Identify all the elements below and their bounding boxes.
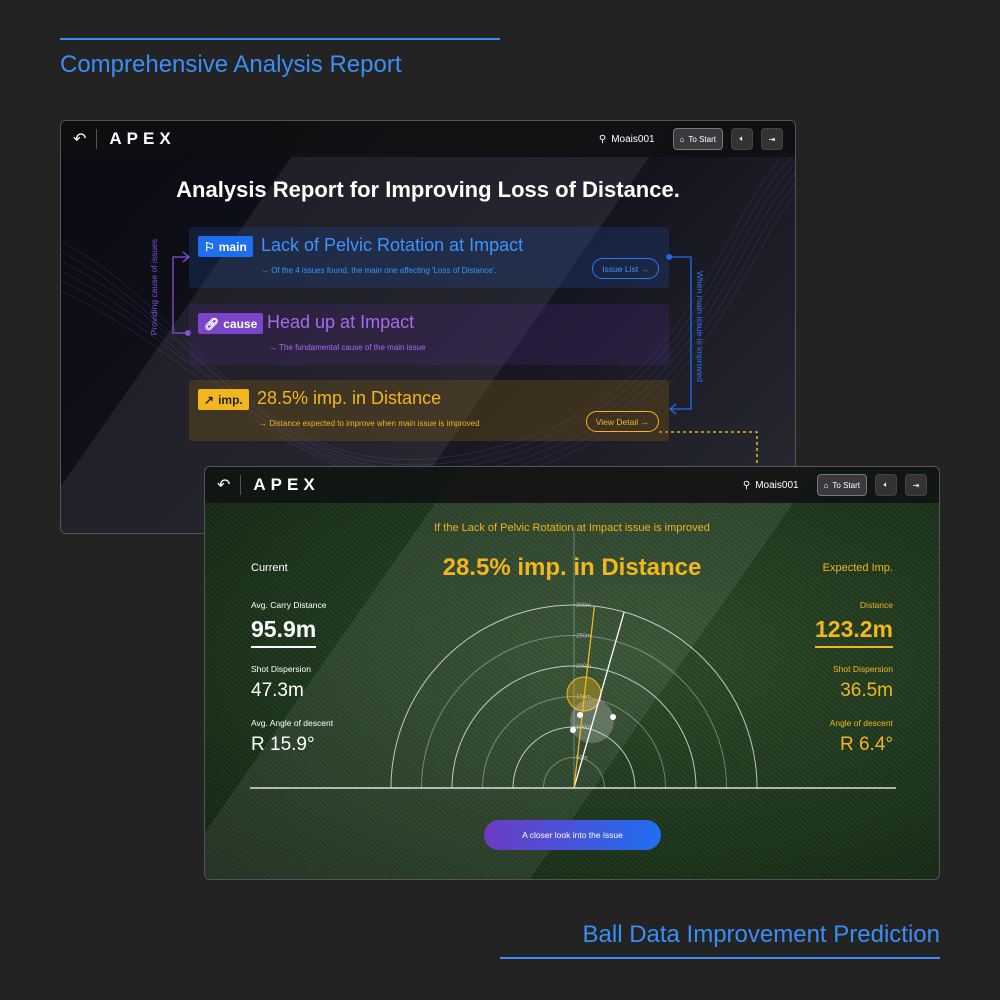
expected-value: 123.2m (814, 616, 893, 648)
caption-bottom: Ball Data Improvement Prediction (582, 921, 941, 948)
improvement-card: ↗ imp. 28.5% imp. in Distance → Distance … (189, 380, 669, 441)
sub-text: The fundamental cause of the main issue (279, 343, 426, 352)
cause-card: 🔗︎ cause Head up at Impact → The fundamen… (189, 304, 669, 365)
main-issue-title: Lack of Pelvic Rotation at Impact (261, 235, 524, 255)
current-heading: Current (251, 562, 288, 574)
expected-value: R 6.4° (839, 734, 893, 755)
closer-look-button[interactable]: A closer look into the issue (484, 820, 661, 850)
chart-icon: ↗ (204, 392, 215, 407)
shot-point (610, 714, 616, 720)
current-value: 47.3m (251, 680, 304, 701)
current-dispersion-area (570, 699, 614, 743)
shot-point (570, 727, 576, 733)
cause-sub: → The fundamental cause of the main issu… (269, 343, 426, 352)
shot-point (577, 712, 583, 718)
view-detail-button[interactable]: View Detail → (585, 411, 659, 432)
imp-tag: ↗ imp. (198, 389, 249, 410)
flag-icon: ⚐ (204, 239, 215, 254)
issue-list-button[interactable]: Issue List → (592, 258, 659, 279)
main-issue-card: ⚐ main Lack of Pelvic Rotation at Impact … (189, 227, 669, 288)
tag-label: main (218, 239, 247, 254)
caption-rule-top (60, 38, 500, 40)
expected-label: Angle of descent (829, 718, 893, 728)
flow-label-improve: When main issue is improved (695, 271, 705, 383)
tag-label: imp. (218, 392, 243, 407)
current-label: Avg. Carry Distance (251, 600, 327, 610)
button-label: View Detail (595, 416, 639, 427)
main-issue-sub: → Of the 4 issues found, the main one af… (261, 266, 497, 275)
link-icon: 🔗︎ (204, 316, 220, 331)
current-label: Shot Dispersion (251, 664, 312, 674)
sub-text: Of the 4 issues found, the main one affe… (271, 266, 497, 275)
flow-label-cause: Providing cause of issues (149, 239, 159, 336)
prediction-window: ↶ APEX ⚲ Moais001 ⌂ To Start 🔈︎ ⇥ If the L… (204, 466, 940, 880)
current-column: Current Avg. Carry Distance 95.9m Shot D… (251, 562, 333, 756)
cause-title: Head up at Impact (267, 312, 415, 332)
current-value: 95.9m (251, 616, 317, 648)
ring-label: 200m (576, 664, 591, 670)
expected-label: Shot Dispersion (832, 664, 893, 674)
ring-label: 250m (576, 634, 591, 640)
improvement-title: 28.5% imp. in Distance (257, 388, 442, 408)
improvement-sub: → Distance expected to improve when main… (259, 419, 480, 428)
expected-label: Distance (859, 600, 893, 610)
tag-label: cause (223, 316, 258, 331)
caption-rule-bottom (500, 957, 940, 959)
sub-text: Distance expected to improve when main i… (269, 419, 480, 428)
current-label: Avg. Angle of descent (251, 718, 334, 728)
expected-heading: Expected Imp. (822, 562, 893, 574)
button-label: Issue List (602, 263, 639, 274)
cause-tag: 🔗︎ cause (198, 313, 264, 334)
caption-top: Comprehensive Analysis Report (60, 51, 402, 78)
expected-value: 36.5m (840, 680, 893, 701)
main-tag: ⚐ main (198, 236, 253, 257)
expected-column: Expected Imp. Distance 123.2m Shot Dispe… (814, 562, 893, 756)
ring-label: 300m (576, 603, 591, 609)
current-value: R 15.9° (251, 734, 315, 755)
